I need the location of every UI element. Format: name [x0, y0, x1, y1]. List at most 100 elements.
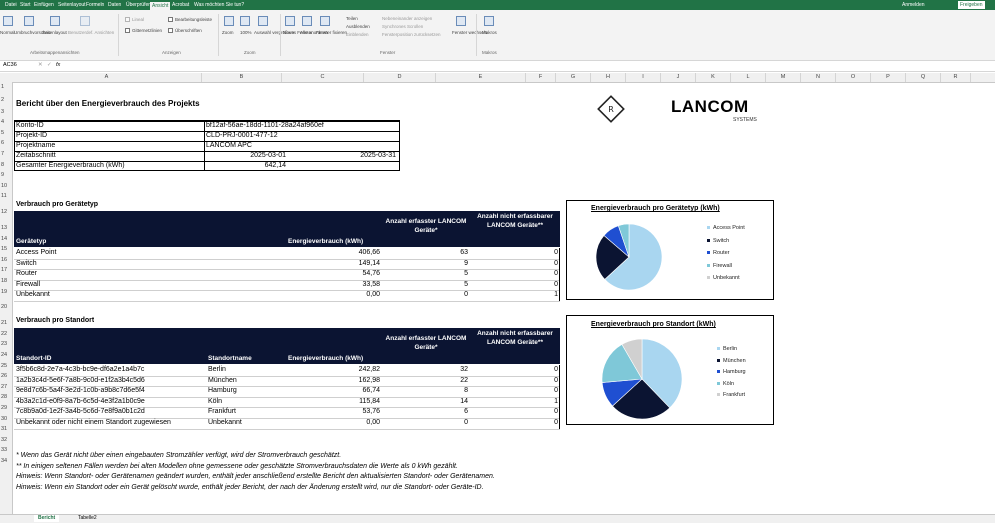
sign-in-link[interactable]: Anmelden — [900, 1, 927, 9]
column-header-L[interactable]: L — [731, 73, 766, 82]
ribbon-tab-3[interactable]: Seitenlayout — [56, 1, 88, 9]
row-header[interactable]: 15 — [0, 244, 12, 255]
zoom-100-button[interactable]: 100% — [240, 30, 252, 35]
row-header[interactable]: 3 — [0, 107, 12, 118]
zoom-selection-icon[interactable] — [258, 16, 268, 26]
gridlines-checkbox[interactable] — [125, 28, 130, 33]
page-break-preview-icon[interactable] — [24, 16, 34, 26]
share-button[interactable]: Freigeben — [958, 1, 985, 9]
custom-views-icon[interactable] — [80, 16, 90, 26]
sheet-tab[interactable]: Tabelle2 — [74, 515, 101, 522]
split-button[interactable]: Teilen — [346, 16, 358, 21]
page-layout-button[interactable]: Seitenlayout — [42, 30, 67, 35]
column-header-A[interactable]: A — [12, 73, 202, 82]
switch-window-icon[interactable] — [456, 16, 466, 26]
row-header[interactable]: 22 — [0, 329, 12, 340]
column-header-C[interactable]: C — [282, 73, 364, 82]
column-header-J[interactable]: J — [661, 73, 696, 82]
row-header[interactable]: 30 — [0, 414, 12, 425]
formula-bar-checkbox[interactable] — [168, 17, 173, 22]
row-header[interactable]: 7 — [0, 149, 12, 160]
column-header-N[interactable]: N — [801, 73, 836, 82]
row-header[interactable]: 9 — [0, 170, 12, 181]
page-layout-icon[interactable] — [50, 16, 60, 26]
row-header[interactable]: 11 — [0, 191, 12, 202]
row-header[interactable]: 13 — [0, 223, 12, 234]
normal-view-icon[interactable] — [3, 16, 13, 26]
row-header[interactable]: 27 — [0, 382, 12, 393]
column-header-D[interactable]: D — [364, 73, 436, 82]
ribbon-tab-5[interactable]: Daten — [106, 1, 123, 9]
freeze-panes-icon[interactable] — [320, 16, 330, 26]
ribbon-tab-9[interactable]: Was möchten Sie tun? — [192, 1, 246, 9]
row-header[interactable]: 5 — [0, 128, 12, 139]
custom-views-button[interactable]: Benutzerdef. Ansichten — [68, 30, 114, 35]
zoom-button[interactable]: Zoom — [222, 30, 234, 35]
row-header[interactable]: 26 — [0, 371, 12, 382]
confirm-icon[interactable]: ✓ — [47, 62, 52, 68]
name-box[interactable]: AC36 — [3, 62, 17, 68]
ribbon-tab-2[interactable]: Einfügen — [32, 1, 56, 9]
column-header-H[interactable]: H — [591, 73, 626, 82]
sheet-tab[interactable]: Bericht — [34, 515, 60, 522]
row-header[interactable]: 29 — [0, 403, 12, 414]
device-pie-chart[interactable]: Energieverbrauch pro Gerätetyp (kWh) Acc… — [566, 200, 774, 300]
cancel-icon[interactable]: ✕ — [38, 62, 43, 68]
row-header[interactable]: 24 — [0, 350, 12, 361]
arrange-all-icon[interactable] — [302, 16, 312, 26]
row-header[interactable]: 32 — [0, 435, 12, 446]
column-header-R[interactable]: R — [941, 73, 971, 82]
side-by-side-button[interactable]: Nebeneinander anzeigen — [382, 16, 432, 21]
column-header-O[interactable]: O — [836, 73, 871, 82]
row-header[interactable]: 20 — [0, 297, 12, 318]
row-header[interactable]: 25 — [0, 361, 12, 372]
ribbon-tab-8[interactable]: Acrobat — [170, 1, 191, 9]
ribbon-tab-0[interactable]: Datei — [3, 1, 19, 9]
row-header[interactable]: 21 — [0, 318, 12, 329]
unhide-button[interactable]: Einblenden — [346, 32, 369, 37]
fx-icon[interactable]: fx — [56, 62, 60, 68]
column-header-F[interactable]: F — [526, 73, 556, 82]
row-header[interactable]: 18 — [0, 276, 12, 287]
row-header[interactable]: 28 — [0, 392, 12, 403]
row-header[interactable]: 2 — [0, 93, 12, 107]
ribbon-tab-1[interactable]: Start — [18, 1, 33, 9]
row-header[interactable]: 8 — [0, 160, 12, 171]
row-header[interactable]: 23 — [0, 339, 12, 350]
ribbon-tab-6[interactable]: Überprüfen — [124, 1, 153, 9]
row-header[interactable]: 31 — [0, 424, 12, 435]
freeze-panes-button[interactable]: Fenster fixieren — [316, 30, 347, 35]
row-header[interactable]: 4 — [0, 117, 12, 128]
column-header-M[interactable]: M — [766, 73, 801, 82]
row-header[interactable]: 6 — [0, 138, 12, 149]
zoom-100-icon[interactable] — [240, 16, 250, 26]
ribbon-tab-4[interactable]: Formeln — [84, 1, 106, 9]
location-pie-chart[interactable]: Energieverbrauch pro Standort (kWh) Berl… — [566, 315, 774, 425]
row-header[interactable]: 33 — [0, 445, 12, 456]
row-header[interactable]: 12 — [0, 202, 12, 223]
column-header-G[interactable]: G — [556, 73, 591, 82]
ribbon-tab-7[interactable]: Ansicht — [150, 2, 171, 10]
macros-button[interactable]: Makros — [482, 30, 497, 35]
zoom-icon[interactable] — [224, 16, 234, 26]
column-header-K[interactable]: K — [696, 73, 731, 82]
worksheet[interactable]: Bericht über den Energieverbrauch des Pr… — [12, 82, 995, 514]
row-header[interactable]: 14 — [0, 234, 12, 245]
row-header[interactable]: 10 — [0, 181, 12, 192]
column-header-E[interactable]: E — [436, 73, 526, 82]
macros-icon[interactable] — [484, 16, 494, 26]
column-header-P[interactable]: P — [871, 73, 906, 82]
row-header[interactable]: 17 — [0, 265, 12, 276]
hide-button[interactable]: Ausblenden — [346, 24, 370, 29]
column-header-Q[interactable]: Q — [906, 73, 941, 82]
row-header[interactable]: 19 — [0, 287, 12, 298]
headings-checkbox[interactable] — [168, 28, 173, 33]
normal-view-button[interactable]: Normal — [0, 30, 15, 35]
new-window-icon[interactable] — [285, 16, 295, 26]
row-header[interactable]: 34 — [0, 456, 12, 467]
reset-window-button[interactable]: Fensterposition zurücksetzen — [382, 32, 441, 37]
ruler-checkbox[interactable] — [125, 17, 130, 22]
column-header-I[interactable]: I — [626, 73, 661, 82]
row-header[interactable]: 1 — [0, 82, 12, 93]
column-header-B[interactable]: B — [202, 73, 282, 82]
